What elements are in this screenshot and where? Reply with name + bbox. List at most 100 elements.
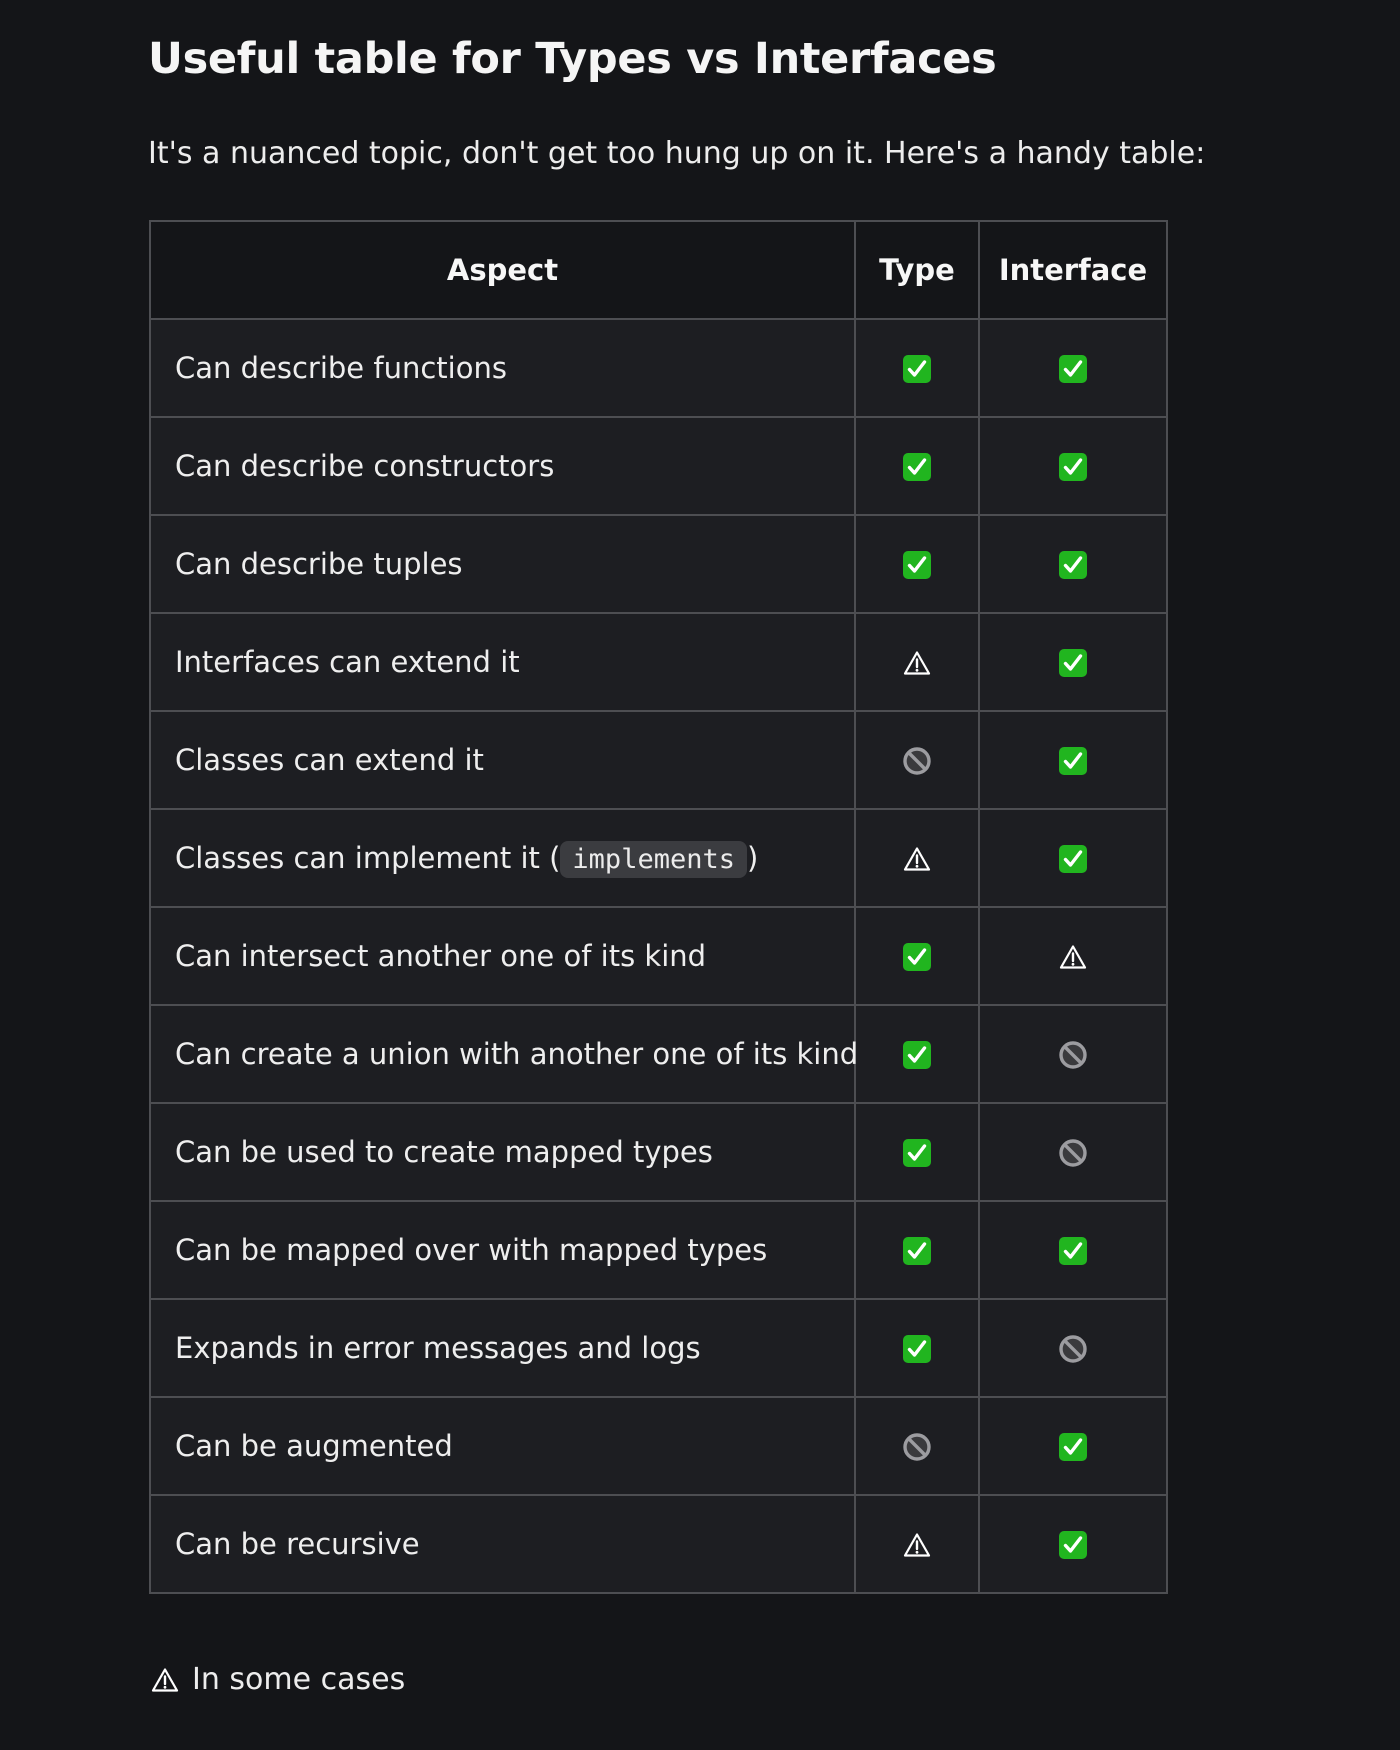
warning-icon xyxy=(900,646,934,680)
type-cell xyxy=(854,710,980,810)
table-row: Expands in error messages and logs xyxy=(149,1298,1168,1398)
check-icon xyxy=(1056,1528,1090,1562)
interface-cell xyxy=(978,416,1168,516)
interface-cell xyxy=(978,1200,1168,1300)
interface-cell xyxy=(978,612,1168,712)
table-row: Can create a union with another one of i… xyxy=(149,1004,1168,1104)
aspect-label: Can be mapped over with mapped types xyxy=(175,1233,768,1267)
comparison-table: Aspect Type Interface Can describe funct… xyxy=(149,220,1168,1594)
aspect-cell: Interfaces can extend it xyxy=(149,612,856,712)
intro-paragraph: It's a nuanced topic, don't get too hung… xyxy=(148,136,1206,171)
aspect-cell: Can be mapped over with mapped types xyxy=(149,1200,856,1300)
page-title: Useful table for Types vs Interfaces xyxy=(148,34,997,84)
aspect-cell: Classes can implement it (implements) xyxy=(149,808,856,908)
aspect-label: Can intersect another one of its kind xyxy=(175,939,707,973)
check-icon xyxy=(900,940,934,974)
inline-code: implements xyxy=(560,841,747,878)
type-cell xyxy=(854,906,980,1006)
interface-cell xyxy=(978,808,1168,908)
interface-cell xyxy=(978,906,1168,1006)
table-row: Can intersect another one of its kind xyxy=(149,906,1168,1006)
prohibited-icon xyxy=(1056,1038,1090,1072)
article: Useful table for Types vs Interfaces It'… xyxy=(0,0,1400,1750)
check-icon xyxy=(900,548,934,582)
type-cell xyxy=(854,1004,980,1104)
aspect-label: Can be recursive xyxy=(175,1527,420,1561)
check-icon xyxy=(1056,1430,1090,1464)
interface-cell xyxy=(978,710,1168,810)
type-cell xyxy=(854,1494,980,1594)
check-icon xyxy=(900,1332,934,1366)
type-cell xyxy=(854,612,980,712)
check-icon xyxy=(1056,450,1090,484)
header-interface: Interface xyxy=(978,220,1168,320)
check-icon xyxy=(1056,548,1090,582)
aspect-cell: Can be recursive xyxy=(149,1494,856,1594)
warning-icon xyxy=(900,842,934,876)
check-icon xyxy=(900,450,934,484)
aspect-cell: Expands in error messages and logs xyxy=(149,1298,856,1398)
aspect-label: Can be augmented xyxy=(175,1429,453,1463)
aspect-cell: Can describe tuples xyxy=(149,514,856,614)
aspect-cell: Can be augmented xyxy=(149,1396,856,1496)
aspect-cell: Classes can extend it xyxy=(149,710,856,810)
warning-icon xyxy=(1056,940,1090,974)
prohibited-icon xyxy=(1056,1332,1090,1366)
aspect-cell: Can describe functions xyxy=(149,318,856,418)
type-cell xyxy=(854,416,980,516)
check-icon xyxy=(1056,646,1090,680)
check-icon xyxy=(1056,1234,1090,1268)
aspect-label: Expands in error messages and logs xyxy=(175,1331,701,1365)
table-row: Can be mapped over with mapped types xyxy=(149,1200,1168,1300)
header-type: Type xyxy=(854,220,980,320)
aspect-label: Classes can extend it xyxy=(175,743,484,777)
table-row: Can be recursive xyxy=(149,1494,1168,1594)
table-row: Interfaces can extend it xyxy=(149,612,1168,712)
type-cell xyxy=(854,1298,980,1398)
footnote-text: In some cases xyxy=(192,1662,406,1697)
check-icon xyxy=(900,1038,934,1072)
interface-cell xyxy=(978,1004,1168,1104)
type-cell xyxy=(854,1200,980,1300)
warning-icon xyxy=(148,1663,182,1697)
type-cell xyxy=(854,1396,980,1496)
interface-cell xyxy=(978,1298,1168,1398)
table-row: Can be augmented xyxy=(149,1396,1168,1496)
aspect-label-suffix: ) xyxy=(746,841,759,875)
aspect-cell: Can be used to create mapped types xyxy=(149,1102,856,1202)
aspect-label: Can describe tuples xyxy=(175,547,463,581)
interface-cell xyxy=(978,318,1168,418)
table-row: Can describe constructors xyxy=(149,416,1168,516)
footnote: In some cases xyxy=(148,1662,405,1697)
aspect-cell: Can intersect another one of its kind xyxy=(149,906,856,1006)
aspect-label: Can describe constructors xyxy=(175,449,555,483)
check-icon xyxy=(900,1234,934,1268)
prohibited-icon xyxy=(900,744,934,778)
interface-cell xyxy=(978,1494,1168,1594)
interface-cell xyxy=(978,1102,1168,1202)
type-cell xyxy=(854,514,980,614)
type-cell xyxy=(854,318,980,418)
type-cell xyxy=(854,1102,980,1202)
aspect-label: Can create a union with another one of i… xyxy=(175,1037,859,1071)
header-aspect: Aspect xyxy=(149,220,856,320)
aspect-label: Can be used to create mapped types xyxy=(175,1135,713,1169)
aspect-label: Interfaces can extend it xyxy=(175,645,520,679)
table-row: Classes can extend it xyxy=(149,710,1168,810)
check-icon xyxy=(1056,744,1090,778)
table-row: Can describe tuples xyxy=(149,514,1168,614)
table-row: Can be used to create mapped types xyxy=(149,1102,1168,1202)
interface-cell xyxy=(978,514,1168,614)
table-header-row: Aspect Type Interface xyxy=(149,220,1168,320)
interface-cell xyxy=(978,1396,1168,1496)
check-icon xyxy=(900,352,934,386)
check-icon xyxy=(900,1136,934,1170)
aspect-cell: Can describe constructors xyxy=(149,416,856,516)
aspect-cell: Can create a union with another one of i… xyxy=(149,1004,859,1104)
check-icon xyxy=(1056,842,1090,876)
type-cell xyxy=(854,808,980,908)
aspect-label: Can describe functions xyxy=(175,351,507,385)
warning-icon xyxy=(900,1528,934,1562)
table-row: Can describe functions xyxy=(149,318,1168,418)
table-body: Can describe functions Can describe const… xyxy=(149,318,1168,1594)
